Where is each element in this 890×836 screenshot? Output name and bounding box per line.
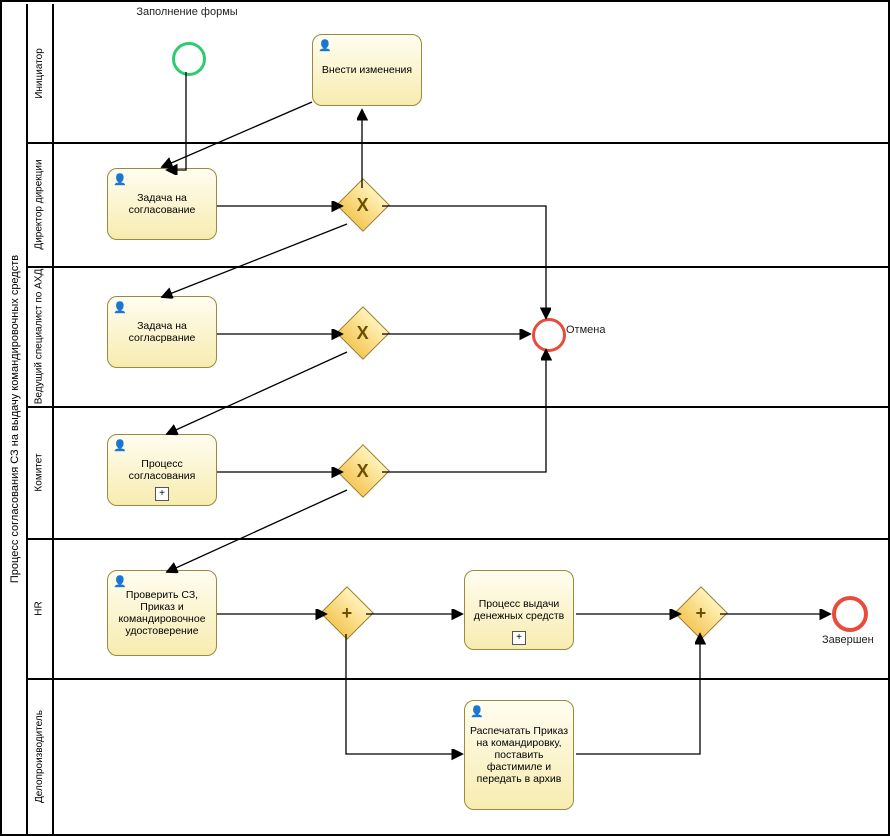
end-label: Завершен <box>822 634 874 646</box>
task-label: Проверить СЗ, Приказ и командировочное у… <box>112 589 212 637</box>
gateway-x-icon: X <box>357 460 369 481</box>
pool-title-text: Процесс согласования СЗ на выдачу команд… <box>9 255 21 583</box>
gateway-committee: X <box>336 444 390 498</box>
task-committee-process: 👤 Процесс согласования + <box>107 434 217 506</box>
lane-director: Директор дирекции 👤 Задача на согласован… <box>26 142 888 268</box>
gateway-director: X <box>336 178 390 232</box>
gateway-parallel-join: + <box>674 586 728 640</box>
task-hr-check: 👤 Проверить СЗ, Приказ и командировочное… <box>107 570 217 656</box>
lane-title: Ведущий специалист по АХД <box>26 266 54 406</box>
gateway-x-icon: X <box>357 194 369 215</box>
task-cash-process: Процесс выдачи денежных средств + <box>464 570 574 650</box>
task-make-changes: 👤 Внести изменения <box>312 34 422 106</box>
task-label: Процесс выдачи денежных средств <box>469 598 569 622</box>
task-director-approval: 👤 Задача на согласование <box>107 168 217 240</box>
start-event-label: Заполнение формы <box>132 6 242 18</box>
diagram-canvas: Процесс согласования СЗ на выдачу команд… <box>0 0 890 836</box>
pool-title: Процесс согласования СЗ на выдачу команд… <box>4 4 28 834</box>
task-label: Задача на согласрвание <box>112 320 212 344</box>
user-icon: 👤 <box>470 705 484 718</box>
task-print-order: 👤 Распечатать Приказ на командировку, по… <box>464 700 574 810</box>
user-icon: 👤 <box>113 301 127 314</box>
gateway-plus-icon: + <box>342 602 353 623</box>
user-icon: 👤 <box>113 173 127 186</box>
gateway-parallel-split: + <box>320 586 374 640</box>
gateway-ahd: X <box>336 306 390 360</box>
lane-title: Инициатор <box>26 4 54 142</box>
lane-title: Делопроизводитель <box>26 678 54 834</box>
task-ahd-approval: 👤 Задача на согласрвание <box>107 296 217 368</box>
user-icon: 👤 <box>113 575 127 588</box>
task-label: Задача на согласование <box>112 192 212 216</box>
gateway-x-icon: X <box>357 322 369 343</box>
subprocess-icon: + <box>512 631 526 645</box>
gateway-plus-icon: + <box>696 602 707 623</box>
lane-title: Директор дирекции <box>26 142 54 266</box>
end-event <box>832 596 868 632</box>
lane-hr: HR 👤 Проверить СЗ, Приказ и командировоч… <box>26 538 888 680</box>
start-event <box>172 42 206 76</box>
lane-initiator: Инициатор Заполнение формы 👤 Внести изме… <box>26 4 888 144</box>
lane-title: Комитет <box>26 406 54 538</box>
cancel-label: Отмена <box>566 324 605 336</box>
lane-ahd: Ведущий специалист по АХД 👤 Задача на со… <box>26 266 888 408</box>
task-label: Распечатать Приказ на командировку, пост… <box>469 725 569 785</box>
lane-committee: Комитет 👤 Процесс согласования + X <box>26 406 888 540</box>
task-label: Процесс согласования <box>112 458 212 482</box>
user-icon: 👤 <box>318 39 332 52</box>
task-label: Внести изменения <box>322 64 412 76</box>
cancel-event <box>532 318 566 352</box>
lane-clerk: Делопроизводитель 👤 Распечатать Приказ н… <box>26 678 888 834</box>
lane-title: HR <box>26 538 54 678</box>
subprocess-icon: + <box>155 487 169 501</box>
user-icon: 👤 <box>113 439 127 452</box>
